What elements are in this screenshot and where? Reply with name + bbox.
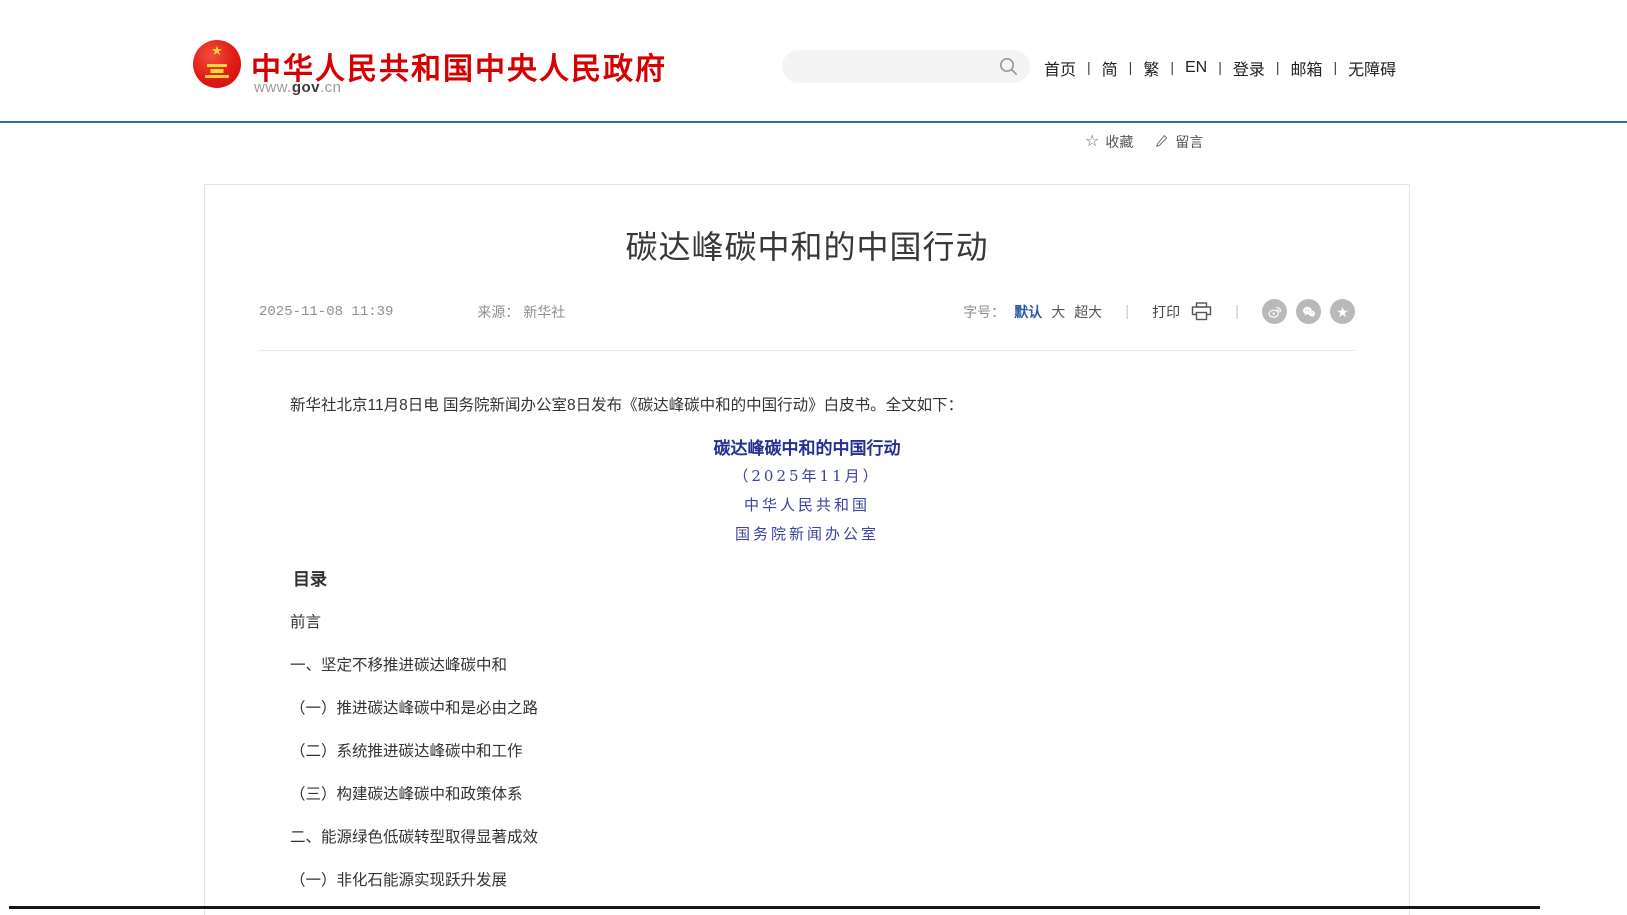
weibo-share-icon[interactable]: [1262, 299, 1287, 324]
pencil-icon: [1155, 134, 1169, 151]
doc-title: 碳达峰碳中和的中国行动: [259, 437, 1355, 461]
publish-date: 2025-11-08 11:39: [259, 304, 393, 320]
star-share-icon[interactable]: ★: [1330, 299, 1355, 324]
toc-item: （三）构建碳达峰碳中和政策体系: [259, 783, 1355, 807]
nav-separator: |: [1129, 59, 1133, 75]
favorite-label: 收藏: [1105, 132, 1133, 152]
toc-item: （一）非化石能源实现跃升发展: [259, 869, 1355, 893]
star-outline-icon: ☆: [1085, 134, 1099, 150]
national-emblem-icon[interactable]: ★: [193, 40, 241, 88]
site-url-main: gov: [292, 79, 320, 96]
font-size-large-button[interactable]: 大: [1051, 302, 1065, 322]
comment-label: 留言: [1175, 132, 1203, 152]
document-body: 新华社北京11月8日电 国务院新闻办公室8日发布《碳达峰碳中和的中国行动》白皮书…: [259, 394, 1355, 893]
nav-simplified[interactable]: 简: [1102, 56, 1118, 80]
emblem-gate-shape: [207, 64, 227, 67]
nav-separator: |: [1276, 59, 1280, 75]
emblem-star-icon: ★: [211, 44, 223, 57]
toc-item: 二、能源绿色低碳转型取得显著成效: [259, 826, 1355, 850]
font-size-xlarge-button[interactable]: 超大: [1074, 302, 1102, 322]
doc-date: （2025年11月）: [259, 466, 1355, 487]
toc-item: （二）系统推进碳达峰碳中和工作: [259, 740, 1355, 764]
nav-english[interactable]: EN: [1185, 59, 1207, 77]
site-header: ★ 中华人民共和国中央人民政府 www.gov.cn 首页| 简| 繁| EN|…: [0, 0, 1627, 123]
source-value[interactable]: 新华社: [523, 304, 565, 320]
site-url-prefix: www.: [254, 79, 292, 96]
nav-separator: |: [1218, 59, 1222, 75]
header-divider: [0, 121, 1627, 123]
source-label: 来源：: [477, 304, 519, 320]
print-button[interactable]: 打印: [1152, 302, 1180, 322]
doc-org-line: 中华人民共和国: [259, 495, 1355, 516]
toc-item: 一、坚定不移推进碳达峰碳中和: [259, 654, 1355, 678]
nav-accessibility[interactable]: 无障碍: [1348, 56, 1396, 80]
toc-item: （一）推进碳达峰碳中和是必由之路: [259, 697, 1355, 721]
search-icon[interactable]: [998, 56, 1019, 77]
nav-home[interactable]: 首页: [1044, 56, 1076, 80]
site-url-suffix: .cn: [320, 79, 342, 96]
site-url[interactable]: www.gov.cn: [254, 79, 342, 96]
toolbar-separator: |: [1125, 303, 1129, 320]
nav-traditional[interactable]: 繁: [1143, 56, 1159, 80]
nav-separator: |: [1170, 59, 1174, 75]
article-title: 碳达峰碳中和的中国行动: [259, 222, 1355, 268]
toc-heading: 目录: [259, 568, 1355, 592]
meta-divider: [259, 350, 1355, 351]
comment-button[interactable]: 留言: [1155, 132, 1203, 152]
window-bottom-edge: [9, 906, 1540, 909]
font-size-default-button[interactable]: 默认: [1014, 302, 1042, 322]
wechat-share-icon[interactable]: [1296, 299, 1321, 324]
page: ★ 中华人民共和国中央人民政府 www.gov.cn 首页| 简| 繁| EN|…: [0, 0, 1627, 915]
article-meta-row: 2025-11-08 11:39 来源： 新华社 字号： 默认 大 超大 | 打…: [259, 299, 1355, 324]
lead-paragraph: 新华社北京11月8日电 国务院新闻办公室8日发布《碳达峰碳中和的中国行动》白皮书…: [259, 394, 1355, 418]
nav-mail[interactable]: 邮箱: [1291, 56, 1323, 80]
doc-org-line: 国务院新闻办公室: [259, 524, 1355, 545]
printer-icon[interactable]: [1191, 302, 1212, 321]
article-source: 来源： 新华社: [477, 302, 565, 322]
emblem-disc: ★: [193, 40, 241, 88]
page-actions: ☆ 收藏 留言: [1085, 132, 1203, 152]
nav-login[interactable]: 登录: [1233, 56, 1265, 80]
article-box: 碳达峰碳中和的中国行动 2025-11-08 11:39 来源： 新华社 字号：…: [204, 184, 1410, 915]
article-toolbar: 字号： 默认 大 超大 | 打印 |: [963, 299, 1355, 324]
font-size-label: 字号：: [963, 302, 1005, 322]
search-box[interactable]: [782, 50, 1030, 83]
top-nav: 首页 | 简 | 繁 | EN | 登录 | 邮箱 | 无障碍: [1044, 56, 1396, 80]
toc-item: 前言: [259, 611, 1355, 635]
favorite-button[interactable]: ☆ 收藏: [1085, 132, 1133, 152]
toolbar-separator: |: [1235, 303, 1239, 320]
nav-separator: |: [1334, 59, 1338, 75]
search-input[interactable]: [782, 59, 998, 75]
emblem-gate-shape: [205, 75, 229, 78]
nav-separator: |: [1087, 59, 1091, 75]
article-meta-left: 2025-11-08 11:39 来源： 新华社: [259, 302, 565, 322]
emblem-gate-shape: [211, 69, 224, 73]
